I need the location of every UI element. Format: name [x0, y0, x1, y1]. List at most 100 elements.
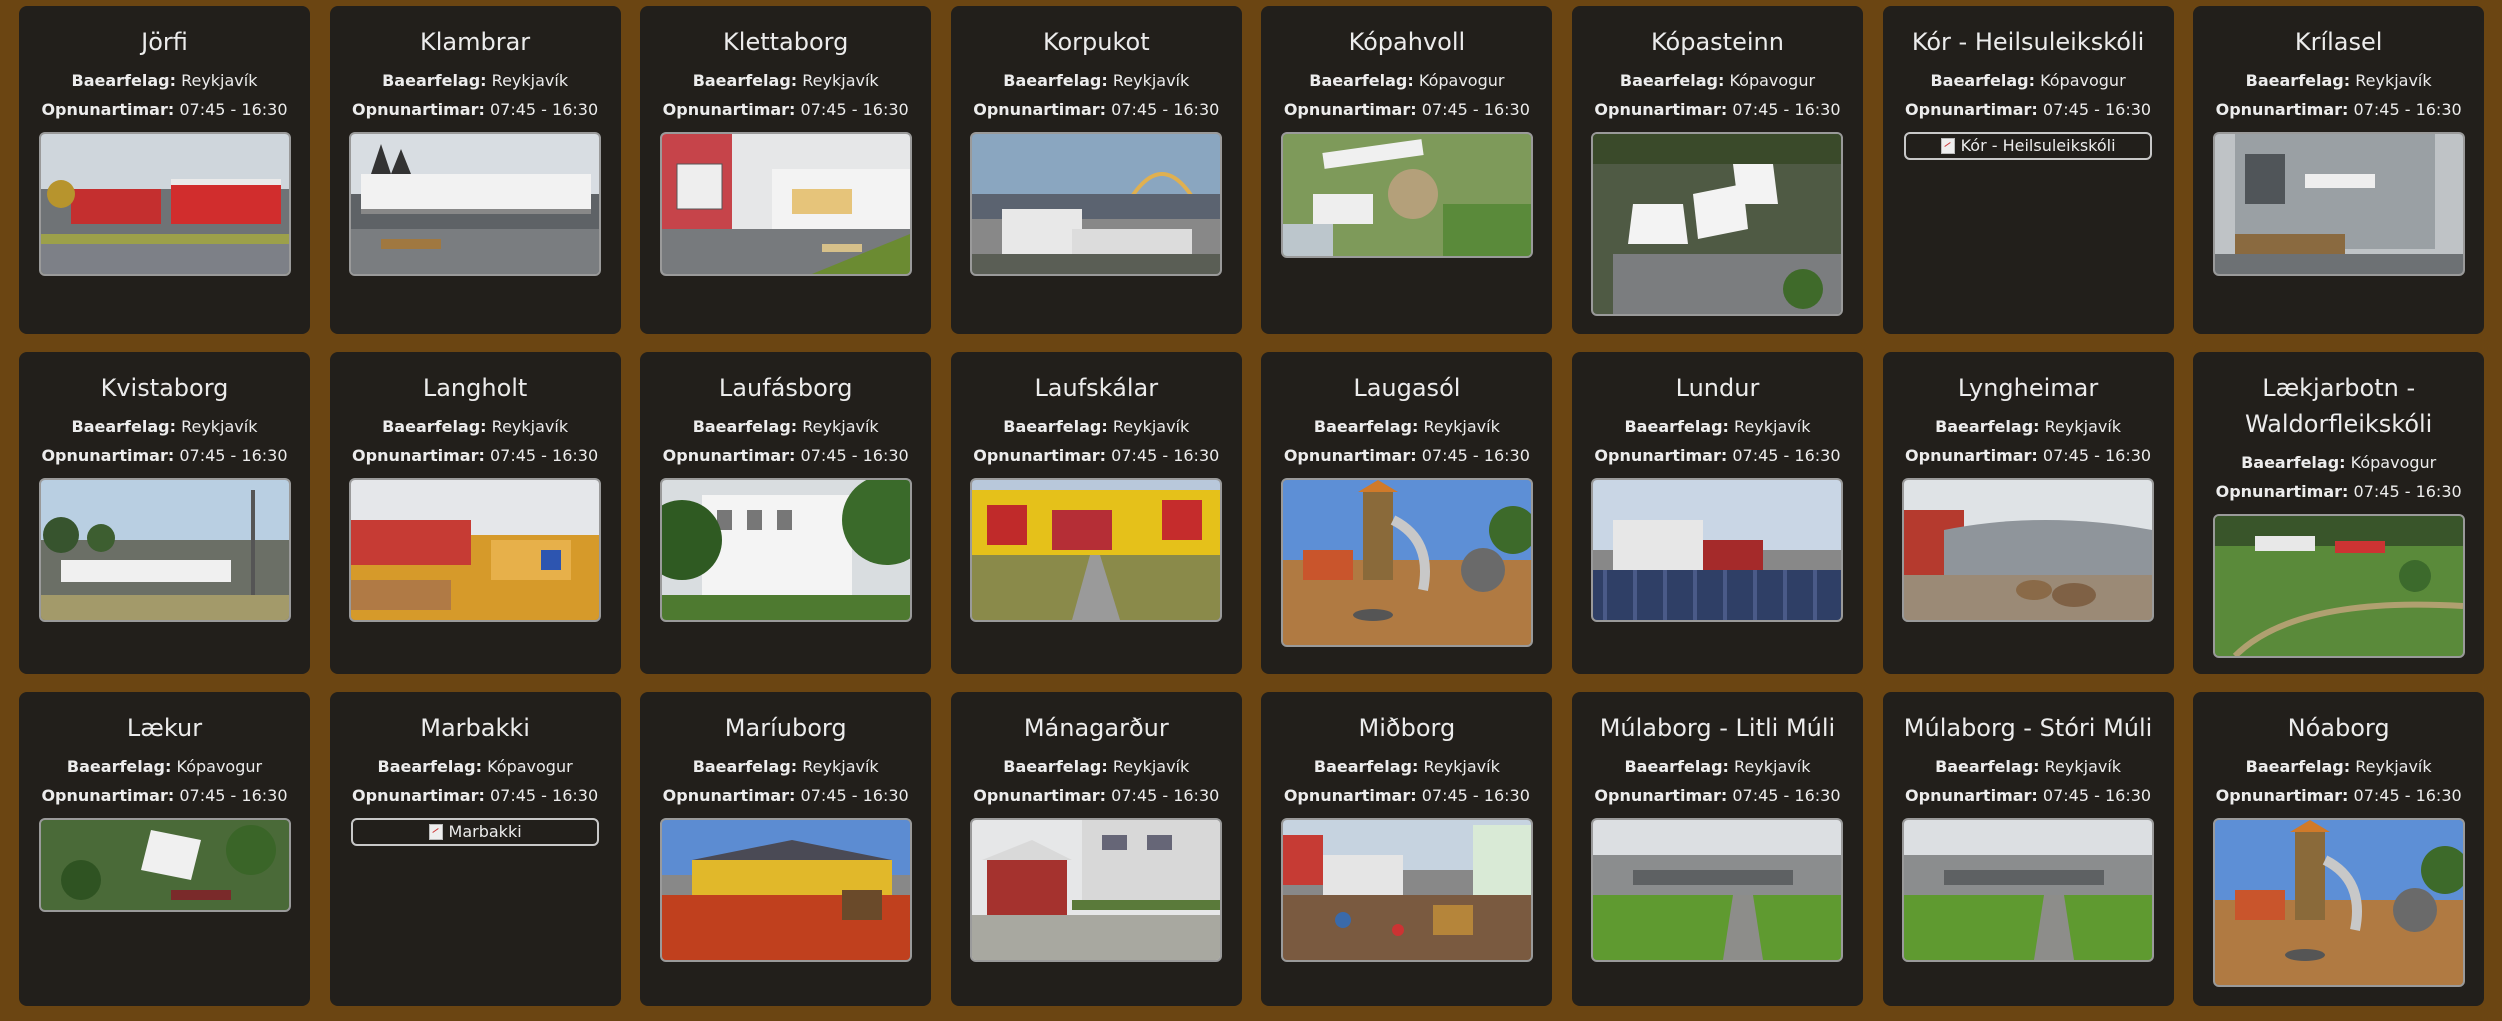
municipality-value: Kópavogur [2350, 453, 2437, 472]
preschool-card[interactable]: Lækur Baearfelag: Kópavogur Opnunartimar: … [19, 692, 310, 1006]
preschool-photo[interactable] [659, 132, 912, 276]
opening-hours-label: Opnunartimar: [41, 786, 175, 805]
preschool-photo[interactable] [1591, 818, 1844, 962]
preschool-card[interactable]: Maríuborg Baearfelag: Reykjavík Opnunartim… [640, 692, 932, 1006]
preschool-photo[interactable] [38, 818, 291, 912]
preschool-photo[interactable] [659, 818, 912, 962]
municipality-value: Reykjavík [802, 71, 879, 90]
preschool-photo[interactable] [349, 478, 602, 622]
preschool-photo[interactable] [970, 478, 1223, 622]
opening-hours-value: 07:45 - 16:30 [1111, 786, 1220, 805]
opening-hours-line: Opnunartimar: 07:45 - 16:30 [344, 781, 607, 810]
opening-hours-label: Opnunartimar: [41, 446, 175, 465]
preschool-card[interactable]: Laufásborg Baearfelag: Reykjavík Opnunarti… [640, 352, 932, 674]
municipality-line: Baearfelag: Kópavogur [1897, 66, 2160, 95]
municipality-line: Baearfelag: Reykjavík [2207, 752, 2470, 781]
preschool-name: Lækur [126, 714, 203, 742]
opening-hours-value: 07:45 - 16:30 [179, 100, 288, 119]
preschool-photo[interactable] [1280, 478, 1533, 647]
preschool-name: Miðborg [1358, 714, 1456, 742]
municipality-value: Reykjavík [181, 71, 258, 90]
preschool-card[interactable]: Kópahvoll Baearfelag: Kópavogur Opnunartim… [1261, 6, 1553, 334]
municipality-value: Reykjavík [1112, 757, 1190, 776]
preschool-card[interactable]: Korpukot Baearfelag: Reykjavík Opnunartima… [950, 6, 1242, 334]
preschool-photo[interactable] [2212, 818, 2465, 987]
municipality-value: Reykjavík [1112, 71, 1190, 90]
preschool-card[interactable]: Mánagarður Baearfelag: Reykjavík Opnunarti… [950, 692, 1242, 1006]
opening-hours-line: Opnunartimar: 07:45 - 16:30 [1897, 781, 2160, 810]
municipality-line: Baearfelag: Reykjavík [965, 66, 1228, 95]
preschool-name: Kór - Heilsuleikskóli [1911, 28, 2145, 56]
municipality-line: Baearfelag: Reykjavík [965, 752, 1228, 781]
municipality-value: Reykjavík [181, 417, 258, 436]
municipality-line: Baearfelag: Kópavogur [344, 752, 607, 781]
opening-hours-line: Opnunartimar: 07:45 - 16:30 [344, 441, 607, 470]
preschool-card[interactable]: Múlaborg - Stóri Múli Baearfelag: Reykjav… [1882, 692, 2174, 1006]
preschool-card[interactable]: Kópasteinn Baearfelag: Kópavogur Opnunarti… [1571, 6, 1863, 334]
preschool-card[interactable]: Laugasól Baearfelag: Reykjavík Opnunartima… [1261, 352, 1553, 674]
opening-hours-value: 07:45 - 16:30 [800, 786, 909, 805]
preschool-card[interactable]: Jörfi Baearfelag: Reykjavík Opnunartimar: … [19, 6, 310, 334]
preschool-name: Lundur [1675, 374, 1760, 402]
opening-hours-value: 07:45 - 16:30 [489, 786, 599, 805]
preschool-card[interactable]: Lækjarbotn - Waldorfleikskóli Baearfelag:… [2193, 352, 2485, 674]
opening-hours-line: Opnunartimar: 07:45 - 16:30 [344, 95, 607, 124]
opening-hours-value: 07:45 - 16:30 [1732, 446, 1841, 465]
opening-hours-line: Opnunartimar: 07:45 - 16:30 [2207, 781, 2470, 810]
municipality-value: Reykjavík [802, 417, 879, 436]
opening-hours-line: Opnunartimar: 07:45 - 16:30 [33, 441, 296, 470]
preschool-photo[interactable] [349, 132, 602, 276]
municipality-label: Baearfelag: [1624, 417, 1729, 436]
opening-hours-line: Opnunartimar: 07:45 - 16:30 [1586, 781, 1849, 810]
opening-hours-line: Opnunartimar: 07:45 - 16:30 [965, 441, 1228, 470]
municipality-label: Baearfelag: [382, 71, 487, 90]
municipality-label: Baearfelag: [1624, 757, 1729, 776]
preschool-card[interactable]: Klettaborg Baearfelag: Reykjavík Opnunarti… [640, 6, 932, 334]
municipality-line: Baearfelag: Kópavogur [2207, 448, 2470, 477]
preschool-card[interactable]: Krílasel Baearfelag: Reykjavík Opnunartima… [2193, 6, 2485, 334]
municipality-line: Baearfelag: Reykjavík [654, 66, 917, 95]
broken-image[interactable]: Marbakki [351, 818, 600, 846]
preschool-photo[interactable] [970, 132, 1223, 276]
preschool-card[interactable]: Klambrar Baearfelag: Reykjavík Opnunartima… [329, 6, 621, 334]
opening-hours-label: Opnunartimar: [973, 446, 1107, 465]
preschool-photo[interactable] [1280, 132, 1533, 258]
preschool-photo[interactable] [2212, 514, 2465, 658]
opening-hours-label: Opnunartimar: [2215, 482, 2349, 501]
preschool-card[interactable]: Lundur Baearfelag: Reykjavík Opnunartimar:… [1571, 352, 1863, 674]
opening-hours-line: Opnunartimar: 07:45 - 16:30 [1275, 441, 1538, 470]
opening-hours-label: Opnunartimar: [1905, 446, 2038, 465]
preschool-card[interactable]: Kór - Heilsuleikskóli Baearfelag: Kópavog… [1882, 6, 2174, 334]
broken-image[interactable]: Kór - Heilsuleikskóli [1904, 132, 2153, 160]
opening-hours-value: 07:45 - 16:30 [800, 100, 909, 119]
preschool-card[interactable]: Marbakki Baearfelag: Kópavogur Opnunartima… [329, 692, 621, 1006]
opening-hours-label: Opnunartimar: [2215, 100, 2349, 119]
preschool-card[interactable]: Laufskálar Baearfelag: Reykjavík Opnunarti… [950, 352, 1242, 674]
preschool-photo[interactable] [1591, 132, 1844, 316]
preschool-photo[interactable] [2212, 132, 2465, 276]
preschool-photo[interactable] [970, 818, 1223, 962]
preschool-name: Kópasteinn [1651, 28, 1784, 56]
preschool-photo[interactable] [659, 478, 912, 622]
municipality-value: Reykjavík [1112, 417, 1190, 436]
preschool-photo[interactable] [1902, 818, 2155, 962]
municipality-line: Baearfelag: Kópavogur [33, 752, 296, 781]
preschool-card[interactable]: Miðborg Baearfelag: Reykjavík Opnunartimar… [1261, 692, 1553, 1006]
opening-hours-label: Opnunartimar: [1283, 446, 1417, 465]
municipality-value: Reykjavík [491, 417, 569, 436]
preschool-photo[interactable] [38, 132, 291, 276]
municipality-line: Baearfelag: Reykjavík [965, 412, 1228, 441]
preschool-card[interactable]: Lyngheimar Baearfelag: Reykjavík Opnunarti… [1882, 352, 2174, 674]
preschool-photo[interactable] [1902, 478, 2155, 622]
image-alt-text: Marbakki [448, 822, 522, 841]
preschool-card[interactable]: Langholt Baearfelag: Reykjavík Opnunartima… [329, 352, 621, 674]
preschool-card[interactable]: Kvistaborg Baearfelag: Reykjavík Opnunarti… [19, 352, 310, 674]
preschool-card[interactable]: Nóaborg Baearfelag: Reykjavík Opnunartimar… [2193, 692, 2485, 1006]
preschool-photo[interactable] [38, 478, 291, 622]
preschool-photo[interactable] [1280, 818, 1533, 962]
opening-hours-value: 07:45 - 16:30 [489, 100, 599, 119]
opening-hours-value: 07:45 - 16:30 [2042, 446, 2152, 465]
broken-image-icon [428, 824, 443, 840]
preschool-photo[interactable] [1591, 478, 1844, 622]
preschool-card[interactable]: Múlaborg - Litli Múli Baearfelag: Reykjav… [1571, 692, 1863, 1006]
